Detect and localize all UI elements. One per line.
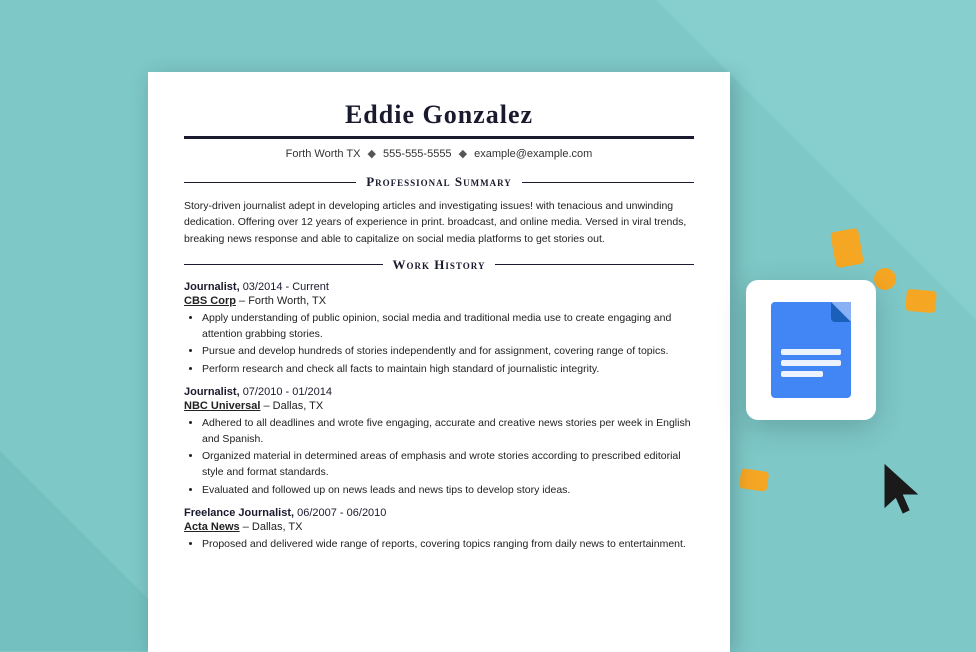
- resume-content: Eddie Gonzalez Forth Worth TX ◆ 555-555-…: [148, 72, 730, 578]
- summary-heading: Professional Summary: [184, 174, 694, 190]
- gdocs-icon: [746, 280, 876, 420]
- job-3-company-line: Acta News – Dallas, TX: [184, 521, 694, 533]
- job-2-dash: –: [263, 400, 272, 412]
- gdocs-page: [771, 302, 851, 398]
- contact-email: example@example.com: [474, 148, 592, 160]
- contact-diamond-2: ◆: [459, 148, 467, 160]
- job-2-company-line: NBC Universal – Dallas, TX: [184, 400, 694, 412]
- job-1-title: Journalist,: [184, 281, 240, 293]
- list-item: Apply understanding of public opinion, s…: [202, 311, 694, 343]
- list-item: Proposed and delivered wide range of rep…: [202, 537, 694, 553]
- job-1-bullets: Apply understanding of public opinion, s…: [202, 311, 694, 378]
- summary-line-left: [184, 182, 356, 183]
- work-history-heading: Work History: [184, 257, 694, 273]
- summary-line-right: [522, 182, 694, 183]
- contact-phone: 555-555-5555: [383, 148, 452, 160]
- job-1-title-line: Journalist, 03/2014 - Current: [184, 281, 694, 293]
- summary-text: Story-driven journalist adept in develop…: [184, 198, 694, 247]
- contact-line: Forth Worth TX ◆ 555-555-5555 ◆ example@…: [184, 147, 694, 160]
- job-3-location: Dallas, TX: [252, 521, 303, 533]
- list-item: Adhered to all deadlines and wrote five …: [202, 416, 694, 448]
- list-item: Perform research and check all facts to …: [202, 362, 694, 378]
- job-1-company-line: CBS Corp – Forth Worth, TX: [184, 295, 694, 307]
- job-1-location: Forth Worth, TX: [248, 295, 326, 307]
- name-underline: [184, 136, 694, 139]
- job-3-title: Freelance Journalist,: [184, 507, 294, 519]
- name-text: Eddie Gonzalez: [345, 100, 533, 129]
- resume-name: Eddie Gonzalez: [184, 100, 694, 130]
- job-3-title-line: Freelance Journalist, 06/2007 - 06/2010: [184, 507, 694, 519]
- job-2-title-line: Journalist, 07/2010 - 01/2014: [184, 386, 694, 398]
- orange-shape-1: [830, 228, 864, 268]
- job-2-company: NBC Universal: [184, 400, 260, 412]
- job-2-title: Journalist,: [184, 386, 240, 398]
- contact-location: Forth Worth TX: [286, 148, 361, 160]
- resume-paper: Eddie Gonzalez Forth Worth TX ◆ 555-555-…: [148, 72, 730, 652]
- gdocs-lines: [781, 349, 841, 382]
- mouse-cursor: [881, 463, 926, 523]
- summary-title: Professional Summary: [356, 174, 522, 190]
- gdocs-line-2: [781, 360, 841, 366]
- job-1-dates: 03/2014 - Current: [243, 281, 329, 293]
- gdocs-line-3: [781, 371, 823, 377]
- work-history-title: Work History: [383, 257, 496, 273]
- list-item: Evaluated and followed up on news leads …: [202, 483, 694, 499]
- gdocs-line-1: [781, 349, 841, 355]
- job-2-location: Dallas, TX: [273, 400, 324, 412]
- list-item: Organized material in determined areas o…: [202, 449, 694, 481]
- job-3-bullets: Proposed and delivered wide range of rep…: [202, 537, 694, 553]
- job-3-dash: –: [243, 521, 252, 533]
- work-line-left: [184, 264, 383, 265]
- orange-shape-3: [905, 289, 937, 314]
- job-2-dates: 07/2010 - 01/2014: [243, 386, 332, 398]
- orange-shape-2: [874, 268, 896, 290]
- job-3-company: Acta News: [184, 521, 240, 533]
- contact-diamond-1: ◆: [368, 148, 376, 160]
- list-item: Pursue and develop hundreds of stories i…: [202, 344, 694, 360]
- job-1-company: CBS Corp: [184, 295, 236, 307]
- job-1-dash: –: [239, 295, 248, 307]
- job-3-dates: 06/2007 - 06/2010: [297, 507, 386, 519]
- orange-shape-6: [739, 468, 770, 492]
- work-line-right: [495, 264, 694, 265]
- gdocs-inner: [771, 302, 851, 398]
- job-2-bullets: Adhered to all deadlines and wrote five …: [202, 416, 694, 499]
